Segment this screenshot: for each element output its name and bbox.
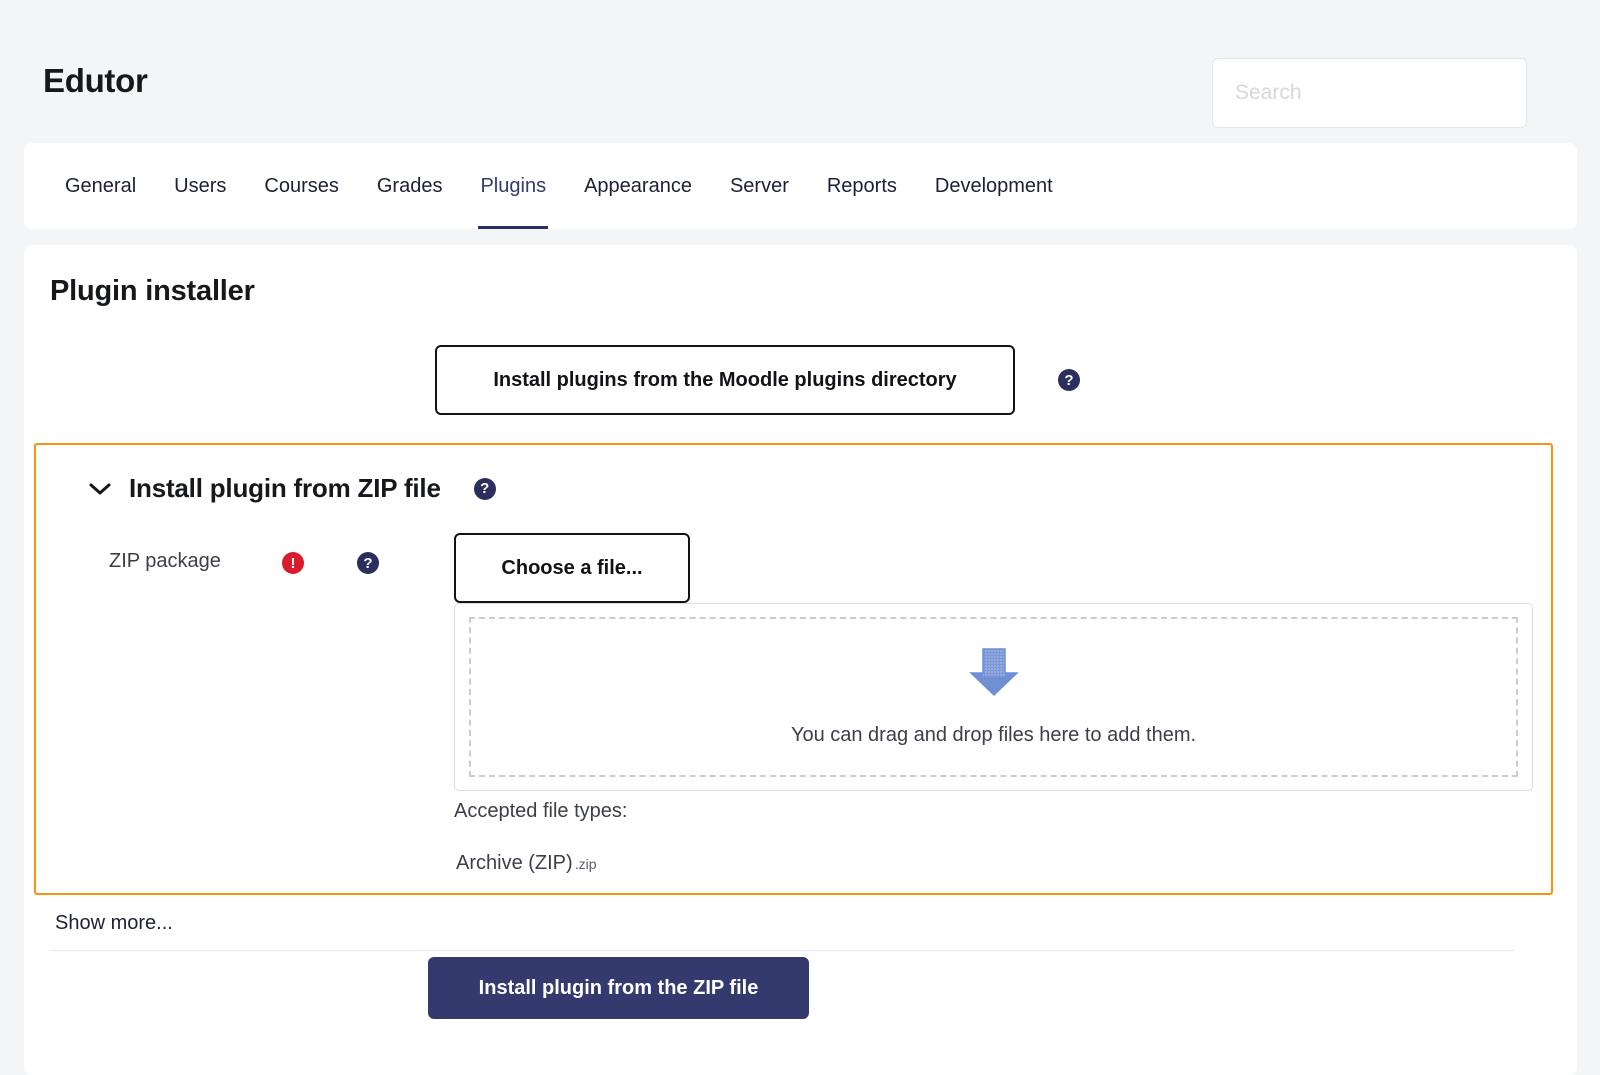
form-divider: [50, 950, 1515, 951]
tab-label: Development: [934, 174, 1053, 197]
tab-reports[interactable]: Reports: [808, 143, 916, 229]
download-arrow-icon: [967, 647, 1021, 702]
tab-grades[interactable]: Grades: [358, 143, 462, 229]
file-manager: You can drag and drop files here to add …: [454, 603, 1533, 791]
tab-appearance[interactable]: Appearance: [565, 143, 711, 229]
tab-label: Server: [729, 174, 789, 197]
tab-label: Reports: [826, 174, 897, 197]
file-dropzone[interactable]: You can drag and drop files here to add …: [469, 617, 1518, 777]
tab-label: Appearance: [584, 174, 692, 197]
tab-general[interactable]: General: [46, 143, 155, 229]
search-input[interactable]: [1213, 59, 1526, 127]
tab-users[interactable]: Users: [155, 143, 245, 229]
accepted-type-name: Archive (ZIP): [456, 852, 573, 874]
show-more-link[interactable]: Show more...: [55, 912, 173, 935]
help-icon-directory-install[interactable]: ?: [1058, 369, 1080, 391]
page-title: Plugin installer: [50, 275, 255, 307]
accepted-file-type-item: Archive (ZIP) .zip: [456, 852, 596, 875]
help-icon-zip-section[interactable]: ?: [473, 477, 496, 500]
tab-server[interactable]: Server: [711, 143, 808, 229]
app-brand-title: Edutor: [43, 62, 148, 99]
accepted-type-extension: .zip: [574, 856, 597, 872]
tab-plugins[interactable]: Plugins: [461, 143, 565, 229]
help-icon-zip-package[interactable]: ?: [357, 552, 379, 574]
required-error-icon: !: [282, 552, 304, 574]
settings-nav-bar: General Users Courses Grades Plugins App…: [24, 143, 1577, 229]
tab-development[interactable]: Development: [916, 143, 1072, 229]
install-plugin-from-zip-submit-button[interactable]: Install plugin from the ZIP file: [428, 957, 809, 1019]
tab-label: Users: [174, 174, 227, 197]
accepted-file-types-label: Accepted file types:: [454, 800, 628, 822]
tab-label: Grades: [376, 174, 443, 197]
top-header: Edutor: [0, 0, 1600, 140]
dropzone-text: You can drag and drop files here to add …: [790, 724, 1197, 746]
tab-label: Plugins: [480, 174, 547, 197]
install-from-directory-button[interactable]: Install plugins from the Moodle plugins …: [435, 345, 1015, 415]
tab-courses[interactable]: Courses: [245, 143, 357, 229]
plugin-installer-card: Plugin installer Install plugins from th…: [24, 245, 1577, 1075]
zip-section-header: Install plugin from ZIP file ?: [89, 473, 496, 504]
zip-section-title: Install plugin from ZIP file: [129, 473, 441, 503]
nav-tab-list: General Users Courses Grades Plugins App…: [46, 143, 1072, 229]
tab-label: Courses: [264, 174, 339, 197]
chevron-down-icon[interactable]: [89, 478, 111, 500]
tab-label: General: [65, 174, 137, 197]
zip-package-field-label: ZIP package: [109, 550, 221, 572]
choose-file-button[interactable]: Choose a file...: [454, 533, 690, 603]
install-from-zip-section: Install plugin from ZIP file ? ZIP packa…: [34, 443, 1553, 895]
global-search: [1213, 59, 1526, 127]
